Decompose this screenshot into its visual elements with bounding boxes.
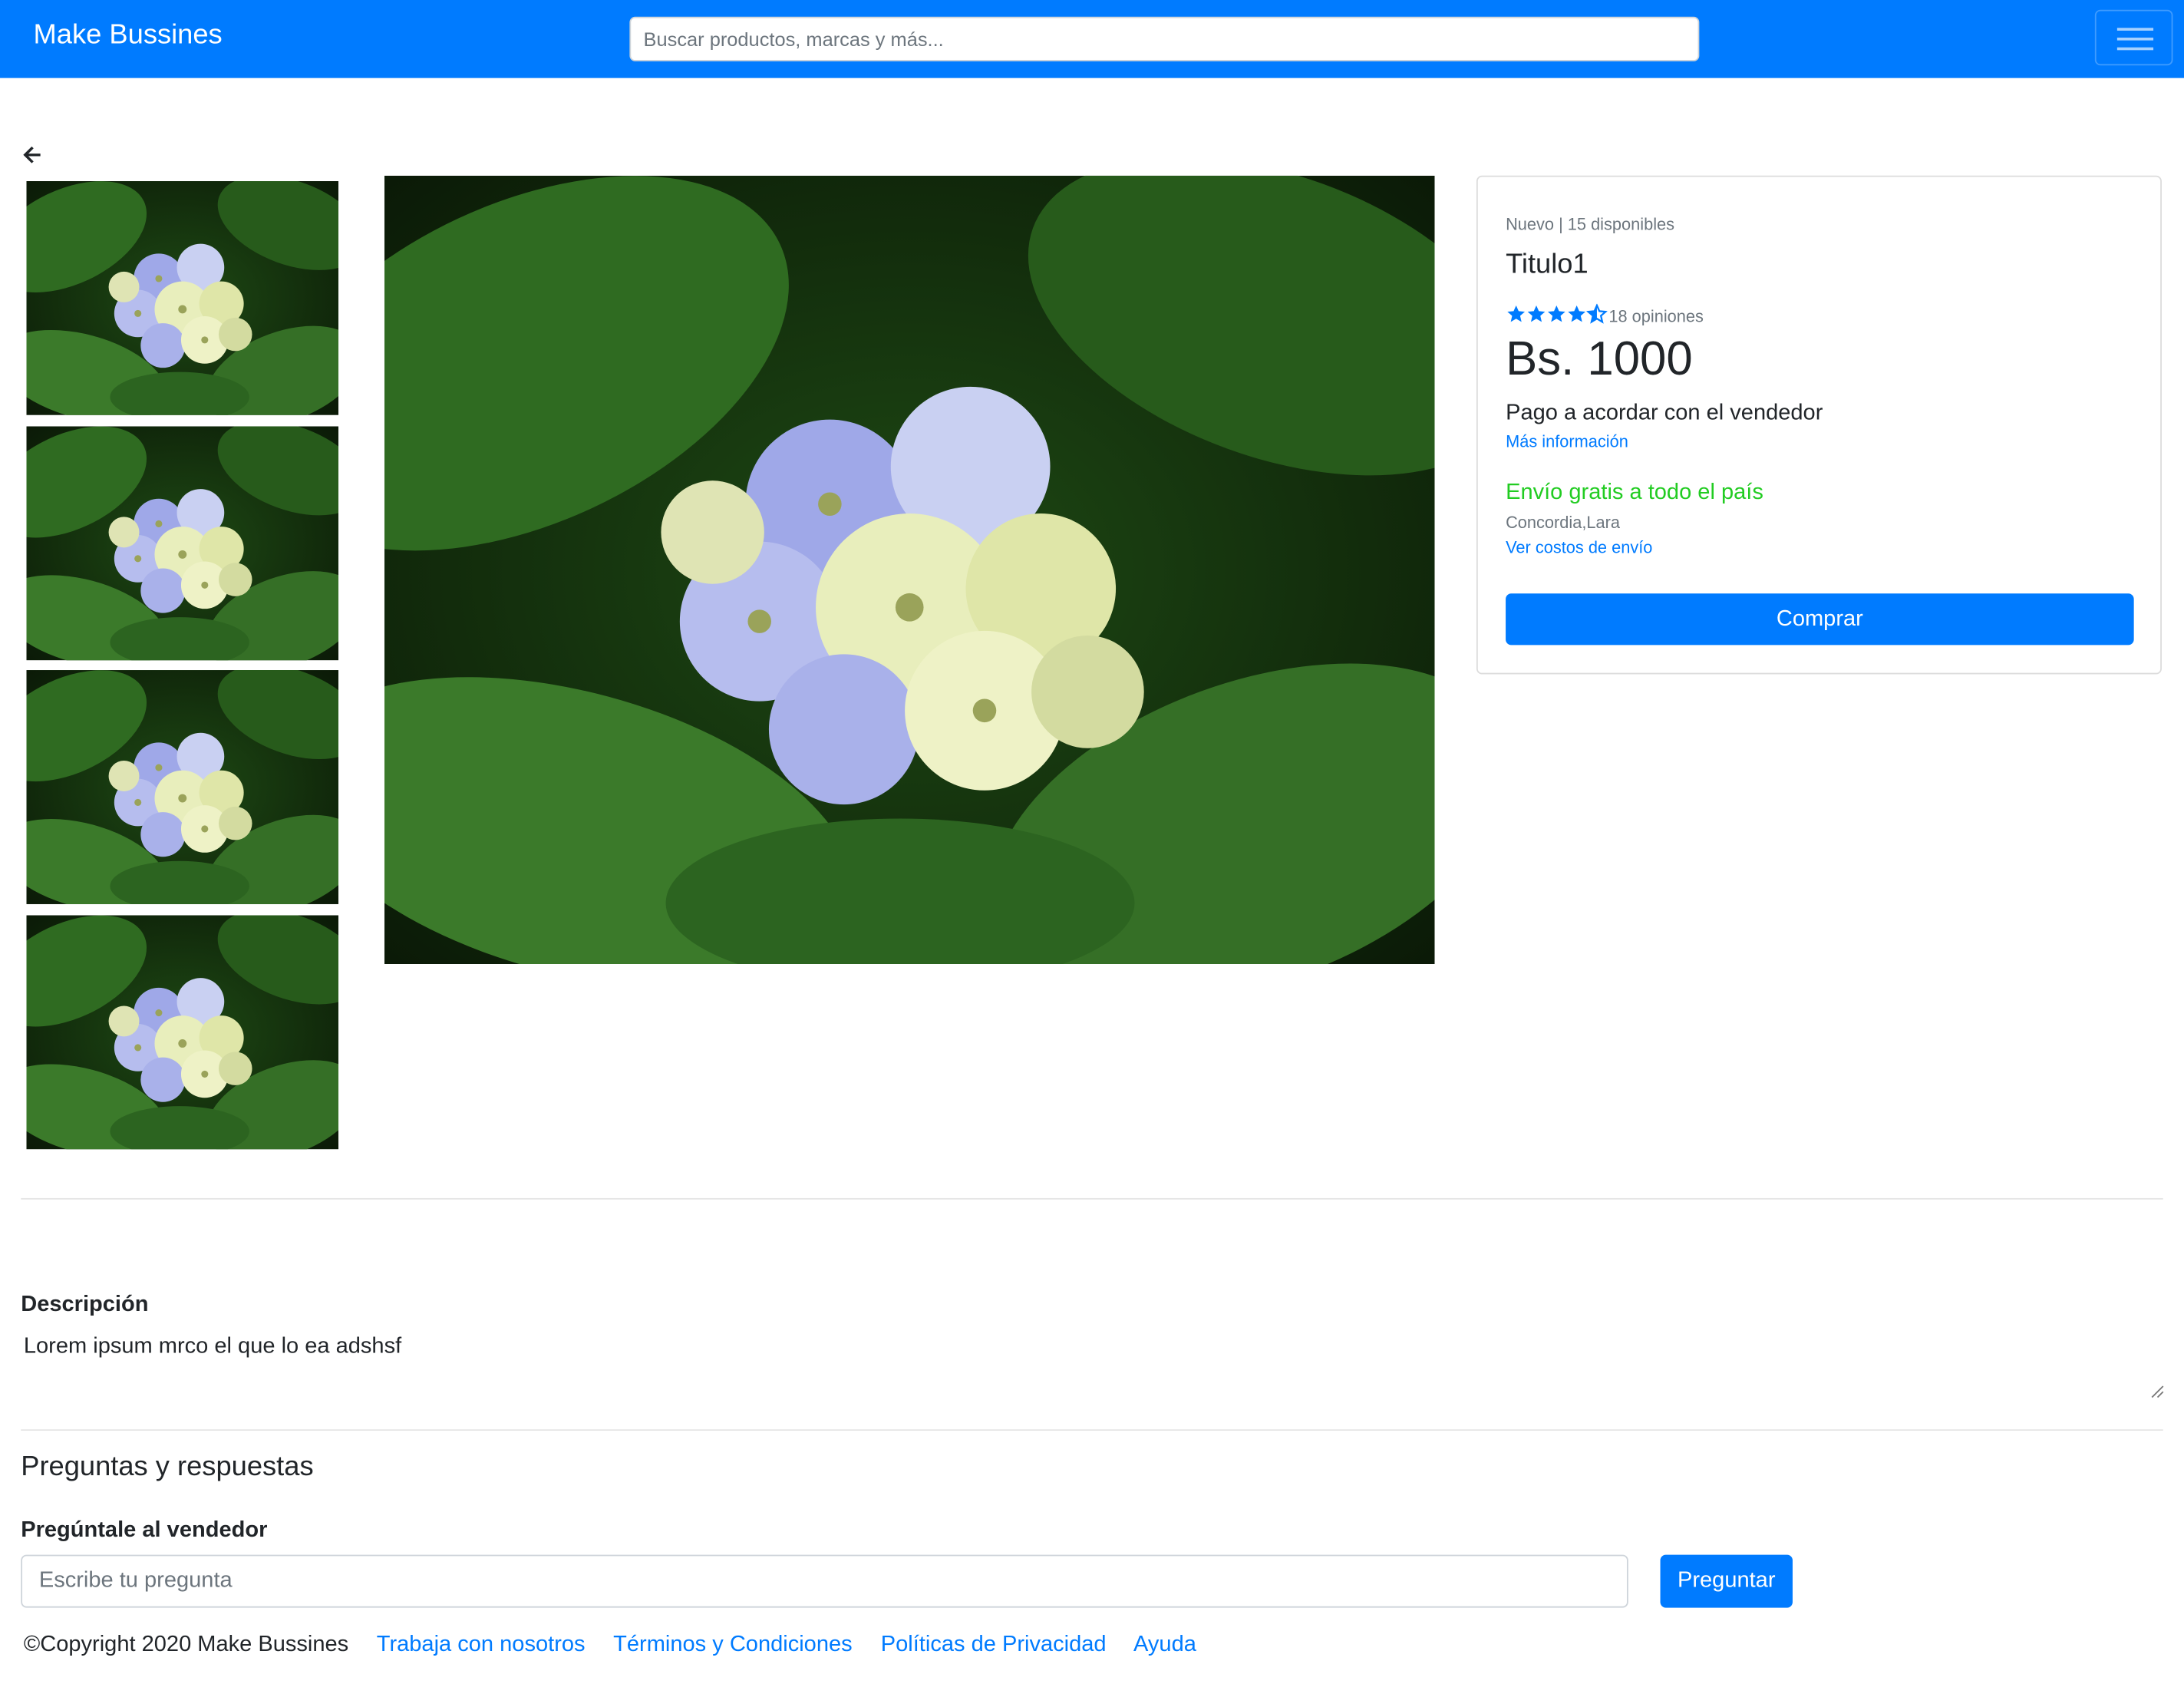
copyright-text: ©Copyright 2020 Make Bussines [23, 1633, 349, 1657]
star-icon [1527, 305, 1546, 322]
seller-location: Concordia,Lara [1506, 512, 1621, 533]
payment-terms: Pago a acordar con el vendedor [1506, 401, 1823, 425]
description-label: Descripción [21, 1293, 149, 1317]
product-info-card: Nuevo | 15 disponibles Titulo1 18 opinio… [1476, 175, 2162, 675]
hamburger-icon-line [2116, 38, 2154, 41]
navbar: Make Bussines Buscar productos, marcas y… [0, 0, 2184, 78]
star-half-icon [1587, 304, 1607, 323]
hamburger-icon[interactable] [2094, 9, 2173, 66]
divider [21, 1429, 2163, 1431]
footer-link-work[interactable]: Trabaja con nosotros [377, 1633, 586, 1656]
footer-link-help[interactable]: Ayuda [1133, 1633, 1196, 1656]
qa-section-title: Preguntas y respuestas [21, 1451, 314, 1483]
product-condition: Nuevo | 15 disponibles [1506, 214, 1675, 234]
more-info-link[interactable]: Más información [1506, 432, 1628, 451]
rating-stars [1506, 304, 1608, 326]
hamburger-icon-line [2116, 47, 2154, 51]
shipping-costs-link[interactable]: Ver costos de envío [1506, 538, 1652, 557]
thumbnail-image[interactable] [26, 181, 338, 415]
divider [21, 1197, 2163, 1200]
hamburger-icon-line [2116, 28, 2154, 31]
product-price: Bs. 1000 [1506, 332, 1693, 386]
search-input[interactable]: Buscar productos, marcas y más... [629, 16, 1700, 61]
shipping-info: Envío gratis a todo el país [1506, 480, 1763, 505]
footer: ©Copyright 2020 Make Bussines Trabaja co… [24, 1633, 1219, 1658]
ask-button[interactable]: Preguntar [1660, 1554, 1793, 1608]
description-text: Lorem ipsum mrco el que lo ea adshsf [23, 1334, 402, 1359]
thumbnail-image[interactable] [26, 670, 338, 904]
brand-logo[interactable]: Make Bussines [34, 19, 223, 51]
buy-button[interactable]: Comprar [1506, 593, 2134, 646]
arrow-left-icon[interactable] [19, 142, 45, 167]
star-icon [1507, 305, 1526, 322]
star-icon [1547, 305, 1565, 322]
reviews-count[interactable]: 18 opiniones [1608, 306, 1704, 325]
footer-link-privacy[interactable]: Políticas de Privacidad [881, 1633, 1107, 1656]
question-input[interactable]: Escribe tu pregunta [21, 1554, 1628, 1608]
ask-seller-label: Pregúntale al vendedor [21, 1518, 268, 1543]
thumbnail-image[interactable] [26, 426, 338, 660]
footer-link-terms[interactable]: Términos y Condiciones [613, 1633, 853, 1656]
main-product-image [384, 176, 1435, 964]
product-title: Titulo1 [1506, 249, 1589, 280]
thumbnail-image[interactable] [26, 915, 338, 1149]
resize-handle-icon[interactable] [2148, 1382, 2165, 1399]
star-icon [1568, 305, 1585, 322]
